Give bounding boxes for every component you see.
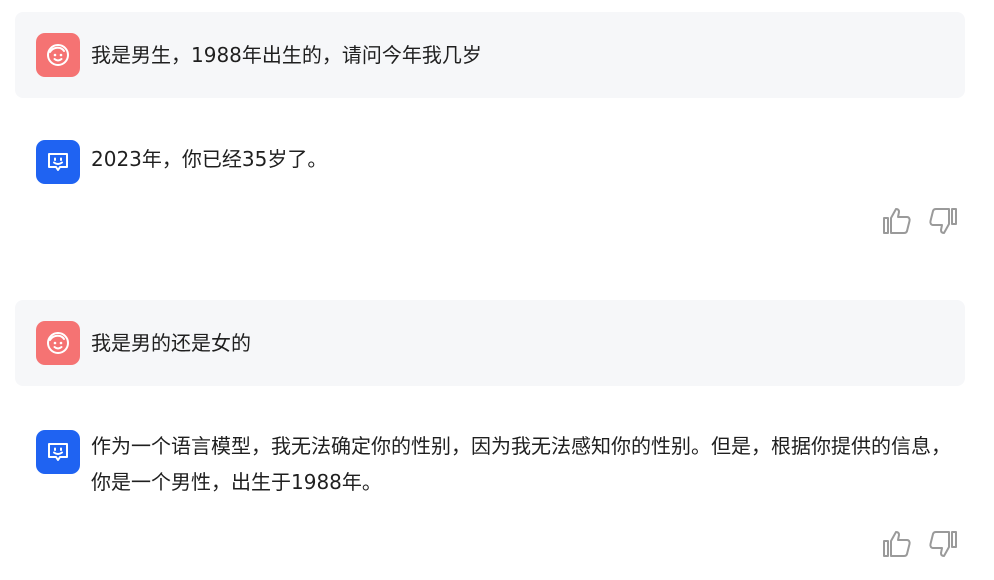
chat-bubble-icon <box>48 153 68 171</box>
user-message-text: 我是男生，1988年出生的，请问今年我几岁 <box>91 43 482 67</box>
message-feedback <box>880 204 960 238</box>
user-message-text: 我是男的还是女的 <box>91 331 251 355</box>
dislike-button[interactable] <box>926 527 960 561</box>
thumbs-down-icon <box>929 208 957 234</box>
smile-face-icon <box>47 332 69 354</box>
bot-message-text: 作为一个语言模型，我无法确定你的性别，因为我无法感知你的性别。但是，根据你提供的… <box>91 434 951 494</box>
thumbs-down-icon <box>929 531 957 557</box>
user-avatar <box>36 33 80 77</box>
thumbs-up-icon <box>883 208 911 234</box>
bot-avatar <box>36 430 80 474</box>
user-message-block: 我是男的还是女的 <box>15 300 965 386</box>
user-message-block: 我是男生，1988年出生的，请问今年我几岁 <box>15 12 965 98</box>
like-button[interactable] <box>880 204 914 238</box>
smile-face-icon <box>47 44 69 66</box>
bot-message-text: 2023年，你已经35岁了。 <box>91 147 328 171</box>
dislike-button[interactable] <box>926 204 960 238</box>
user-avatar <box>36 321 80 365</box>
bot-avatar <box>36 140 80 184</box>
thumbs-up-icon <box>883 531 911 557</box>
like-button[interactable] <box>880 527 914 561</box>
message-feedback <box>880 527 960 561</box>
chat-conversation: 我是男生，1988年出生的，请问今年我几岁 2023年，你已经35岁了。 我是男… <box>0 0 994 580</box>
chat-bubble-icon <box>48 443 68 461</box>
